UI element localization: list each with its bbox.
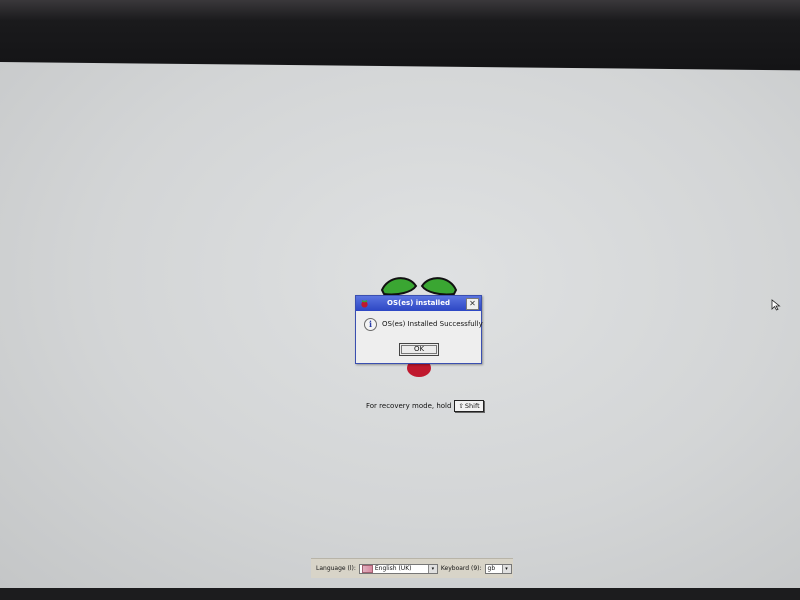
keyboard-label: Keyboard (9): bbox=[440, 565, 482, 572]
dialog-message: OS(es) Installed Successfully bbox=[382, 320, 483, 328]
ok-button[interactable]: OK bbox=[399, 343, 439, 356]
chevron-down-icon: ▾ bbox=[427, 564, 437, 573]
shift-key-label: Shift bbox=[464, 401, 480, 410]
language-select[interactable]: English (UK) ▾ bbox=[358, 563, 438, 574]
raspberry-small-icon bbox=[361, 300, 368, 308]
recovery-hint: For recovery mode, hold ⇧ Shift bbox=[366, 399, 484, 412]
monitor-bezel-top bbox=[0, 0, 800, 70]
shift-arrow-icon: ⇧ bbox=[458, 401, 464, 410]
close-icon: ✕ bbox=[469, 299, 476, 308]
recovery-text: For recovery mode, hold bbox=[366, 401, 452, 410]
dialog-title: OS(es) installed bbox=[387, 299, 450, 307]
install-complete-dialog: OS(es) installed ✕ i OS(es) Installed Su… bbox=[355, 295, 483, 364]
shift-key-badge: ⇧ Shift bbox=[454, 399, 484, 412]
info-icon: i bbox=[364, 318, 377, 331]
monitor-bezel-bottom bbox=[0, 588, 800, 600]
locale-bar: Language (l): English (UK) ▾ Keyboard (9… bbox=[311, 558, 513, 578]
close-button[interactable]: ✕ bbox=[466, 298, 479, 310]
uk-flag-icon bbox=[361, 564, 373, 573]
language-value: English (UK) bbox=[374, 565, 412, 572]
dialog-titlebar: OS(es) installed ✕ bbox=[356, 296, 481, 311]
keyboard-value: gb bbox=[487, 565, 496, 572]
mouse-cursor-icon bbox=[771, 299, 781, 311]
language-label: Language (l): bbox=[316, 565, 356, 572]
chevron-down-icon: ▾ bbox=[501, 564, 511, 573]
dialog-body: i OS(es) Installed Successfully OK bbox=[356, 311, 483, 363]
keyboard-select[interactable]: gb ▾ bbox=[484, 563, 512, 574]
